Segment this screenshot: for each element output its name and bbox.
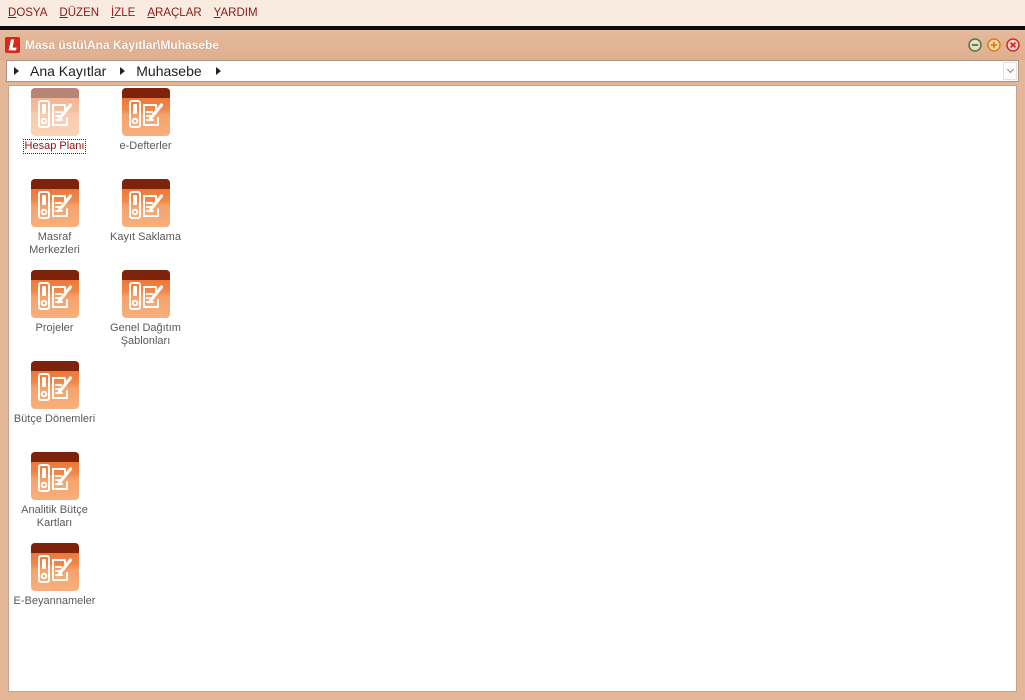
tile-label[interactable]: Projeler bbox=[34, 321, 76, 336]
tile-hesap-plani[interactable]: Hesap Planı bbox=[9, 88, 100, 179]
chevron-right-icon[interactable] bbox=[120, 67, 126, 75]
chevron-down-icon bbox=[1006, 65, 1015, 74]
window-title: Masa üstü\Ana Kayıtlar\Muhasebe bbox=[25, 38, 220, 52]
tile-masraf-merkezleri[interactable]: Masraf Merkezleri bbox=[9, 179, 100, 270]
accounting-document-icon[interactable] bbox=[31, 179, 79, 227]
minimize-button[interactable] bbox=[968, 38, 982, 52]
accounting-document-icon[interactable] bbox=[31, 361, 79, 409]
tile-label[interactable]: Analitik Bütçe Kartları bbox=[9, 503, 100, 531]
tile-kayit-saklama[interactable]: Kayıt Saklama bbox=[100, 179, 191, 270]
accounting-document-icon[interactable] bbox=[31, 452, 79, 500]
accounting-document-icon[interactable] bbox=[122, 270, 170, 318]
tile-e-beyannameler[interactable]: E-Beyannameler bbox=[9, 543, 100, 634]
window-controls bbox=[968, 38, 1020, 52]
tile-analitik-butce-kartlari[interactable]: Analitik Bütçe Kartları bbox=[9, 452, 100, 543]
tile-grid: Hesap Planı Masraf Merkezleri Projeler B… bbox=[9, 88, 191, 634]
desktop-content-area: Hesap Planı Masraf Merkezleri Projeler B… bbox=[8, 85, 1017, 692]
close-icon bbox=[1006, 38, 1020, 52]
accounting-document-icon[interactable] bbox=[122, 88, 170, 136]
menu-bar: DOSYA DÜZEN İZLE ARAÇLAR YARDIM bbox=[0, 0, 1025, 26]
accounting-document-icon[interactable] bbox=[31, 543, 79, 591]
tile-label[interactable]: E-Beyannameler bbox=[12, 594, 98, 609]
accounting-document-icon[interactable] bbox=[122, 179, 170, 227]
maximize-button[interactable] bbox=[987, 38, 1001, 52]
tile-label[interactable]: Masraf Merkezleri bbox=[9, 230, 100, 258]
tile-genel-dagitim-sablonlari[interactable]: Genel Dağıtım Şablonları bbox=[100, 270, 191, 361]
app-logo-icon[interactable] bbox=[5, 37, 20, 53]
tile-label[interactable]: Hesap Planı bbox=[22, 139, 87, 154]
maximize-icon bbox=[987, 38, 1001, 52]
chevron-right-icon[interactable] bbox=[215, 67, 221, 75]
menu-izle[interactable]: İZLE bbox=[111, 0, 135, 26]
tile-label[interactable]: Genel Dağıtım Şablonları bbox=[100, 321, 191, 349]
window-title-bar[interactable]: Masa üstü\Ana Kayıtlar\Muhasebe bbox=[0, 30, 1025, 60]
tile-butce-donemleri[interactable]: Bütçe Dönemleri bbox=[9, 361, 100, 452]
breadcrumb-item-ana-kayitlar[interactable]: Ana Kayıtlar bbox=[30, 63, 106, 79]
tile-e-defterler[interactable]: e-Defterler bbox=[100, 88, 191, 179]
tile-label[interactable]: Bütçe Dönemleri bbox=[12, 412, 97, 427]
chevron-right-icon[interactable] bbox=[14, 67, 19, 75]
menu-araclar[interactable]: ARAÇLAR bbox=[147, 0, 201, 26]
tile-label[interactable]: e-Defterler bbox=[118, 139, 174, 154]
tile-label[interactable]: Kayıt Saklama bbox=[108, 230, 183, 245]
menu-duzen[interactable]: DÜZEN bbox=[59, 0, 99, 26]
close-button[interactable] bbox=[1006, 38, 1020, 52]
accounting-document-icon[interactable] bbox=[31, 270, 79, 318]
minimize-icon bbox=[968, 38, 982, 52]
tile-projeler[interactable]: Projeler bbox=[9, 270, 100, 361]
breadcrumb-dropdown-button[interactable] bbox=[1003, 62, 1017, 80]
menu-dosya[interactable]: DOSYA bbox=[8, 0, 47, 26]
breadcrumb-item-muhasebe[interactable]: Muhasebe bbox=[136, 63, 201, 79]
menu-yardim[interactable]: YARDIM bbox=[214, 0, 258, 26]
accounting-document-icon[interactable] bbox=[31, 88, 79, 136]
breadcrumb: Ana Kayıtlar Muhasebe bbox=[6, 60, 1019, 82]
